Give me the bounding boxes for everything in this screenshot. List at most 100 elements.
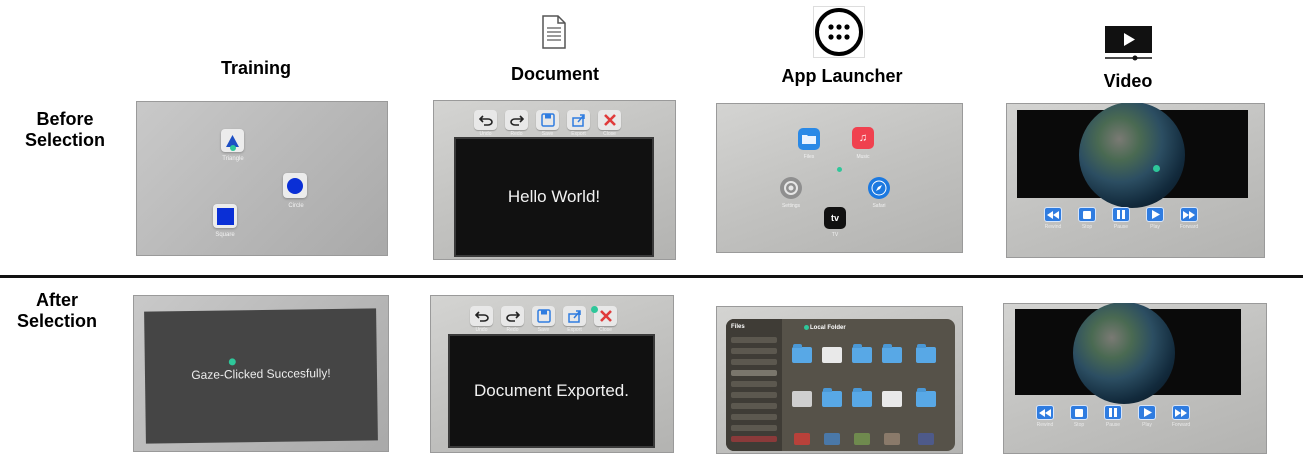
folder-item[interactable]	[916, 344, 936, 363]
redo-button[interactable]	[501, 306, 524, 326]
tv-app-label: TV	[831, 232, 839, 238]
sidebar-item[interactable]	[731, 337, 777, 343]
folder-item[interactable]	[852, 344, 872, 363]
folder-item[interactable]	[822, 388, 842, 407]
grid-dots-icon	[813, 6, 865, 58]
close-icon	[599, 310, 612, 322]
play-icon	[1151, 210, 1160, 219]
undo-icon	[478, 115, 493, 126]
rewind-button[interactable]	[1044, 207, 1062, 222]
undo-button[interactable]	[470, 306, 493, 326]
image-item[interactable]	[854, 433, 870, 445]
image-item[interactable]	[918, 433, 934, 445]
pause-label: Pause	[1113, 224, 1129, 230]
close-button[interactable]	[598, 110, 621, 130]
file-item[interactable]	[822, 347, 842, 363]
confirmation-message: Gaze-Clicked Succesfully!	[191, 366, 331, 382]
video-frame[interactable]	[1017, 103, 1248, 208]
export-button[interactable]	[563, 306, 586, 326]
sidebar-item[interactable]	[731, 414, 777, 420]
undo-icon	[474, 311, 489, 322]
safari-app-label: Safari	[872, 203, 886, 209]
close-icon	[603, 114, 616, 126]
export-button[interactable]	[567, 110, 590, 130]
export-icon	[567, 310, 581, 323]
tv-app-button[interactable]: tv	[824, 207, 846, 229]
row-label-before-line2: Selection	[24, 130, 106, 150]
column-title-document: Document	[510, 64, 600, 84]
play-label: Play	[1150, 224, 1160, 230]
square-icon	[216, 207, 234, 225]
folder-icon	[802, 135, 816, 144]
redo-icon	[509, 115, 524, 126]
sidebar-item[interactable]	[731, 436, 777, 442]
music-app-button[interactable]: ♫	[852, 127, 874, 149]
pause-button[interactable]	[1104, 405, 1122, 420]
safari-app-button[interactable]	[868, 177, 890, 199]
training-before-screenshot: Triangle Circle Square	[136, 101, 388, 256]
redo-button[interactable]	[505, 110, 528, 130]
files-app-button[interactable]	[798, 128, 820, 150]
sidebar-item[interactable]	[731, 425, 777, 431]
earth-video-content	[1073, 303, 1175, 404]
triangle-label: Triangle	[222, 156, 244, 162]
rewind-label: Rewind	[1044, 224, 1062, 230]
stop-button[interactable]	[1078, 207, 1096, 222]
sidebar-item[interactable]	[731, 381, 777, 387]
file-item[interactable]	[882, 391, 902, 407]
folder-item[interactable]	[852, 388, 872, 407]
save-button[interactable]	[532, 306, 555, 326]
file-item[interactable]	[792, 391, 812, 407]
sidebar-item[interactable]	[731, 348, 777, 354]
sidebar-item[interactable]	[731, 403, 777, 409]
play-label: Play	[1142, 422, 1152, 428]
gaze-cursor	[804, 325, 809, 330]
folder-item[interactable]	[916, 388, 936, 407]
circle-label: Circle	[288, 203, 304, 209]
image-item[interactable]	[884, 433, 900, 445]
play-button[interactable]	[1146, 207, 1164, 222]
forward-button[interactable]	[1180, 207, 1198, 222]
pause-button[interactable]	[1112, 207, 1130, 222]
gear-icon	[784, 181, 798, 195]
files-window-title: Files	[731, 324, 745, 330]
video-frame[interactable]	[1015, 303, 1241, 404]
save-label: Save	[537, 327, 550, 333]
undo-button[interactable]	[474, 110, 497, 130]
gaze-cursor	[228, 358, 236, 366]
app-launcher-before-screenshot: Files ♫ Music Settings Safari tv TV	[716, 103, 963, 253]
folder-item[interactable]	[882, 344, 902, 363]
folder-item[interactable]	[792, 344, 812, 363]
redo-icon	[505, 311, 520, 322]
gaze-cursor	[591, 306, 598, 313]
play-button[interactable]	[1138, 405, 1156, 420]
forward-button[interactable]	[1172, 405, 1190, 420]
app-launcher-after-screenshot: Files Local Folder	[716, 306, 963, 454]
rewind-button[interactable]	[1036, 405, 1054, 420]
document-text: Document Exported.	[474, 381, 629, 400]
gaze-cursor	[230, 145, 236, 151]
row-divider	[0, 275, 1303, 278]
video-after-screenshot: Rewind Stop Pause Play Forward	[1003, 303, 1267, 454]
square-button[interactable]	[213, 204, 237, 228]
sidebar-item[interactable]	[731, 359, 777, 365]
stop-label: Stop	[1081, 224, 1093, 230]
document-toolbar	[474, 110, 621, 130]
close-label: Close	[599, 327, 612, 333]
forward-icon	[1183, 210, 1195, 219]
sidebar-item[interactable]	[731, 392, 777, 398]
document-text-area[interactable]: Hello World!	[454, 137, 654, 257]
files-sidebar: Files	[726, 319, 782, 451]
image-item[interactable]	[794, 433, 810, 445]
pause-label: Pause	[1105, 422, 1121, 428]
document-before-screenshot: Undo Redo Save Export Close Hello World!	[433, 100, 676, 260]
save-button[interactable]	[536, 110, 559, 130]
stop-icon	[1083, 210, 1091, 219]
settings-app-button[interactable]	[780, 177, 802, 199]
sidebar-item-local-folder[interactable]	[731, 370, 777, 376]
circle-button[interactable]	[283, 173, 307, 198]
gaze-cursor	[1153, 165, 1160, 172]
document-text-area[interactable]: Document Exported.	[448, 334, 655, 448]
image-item[interactable]	[824, 433, 840, 445]
stop-button[interactable]	[1070, 405, 1088, 420]
